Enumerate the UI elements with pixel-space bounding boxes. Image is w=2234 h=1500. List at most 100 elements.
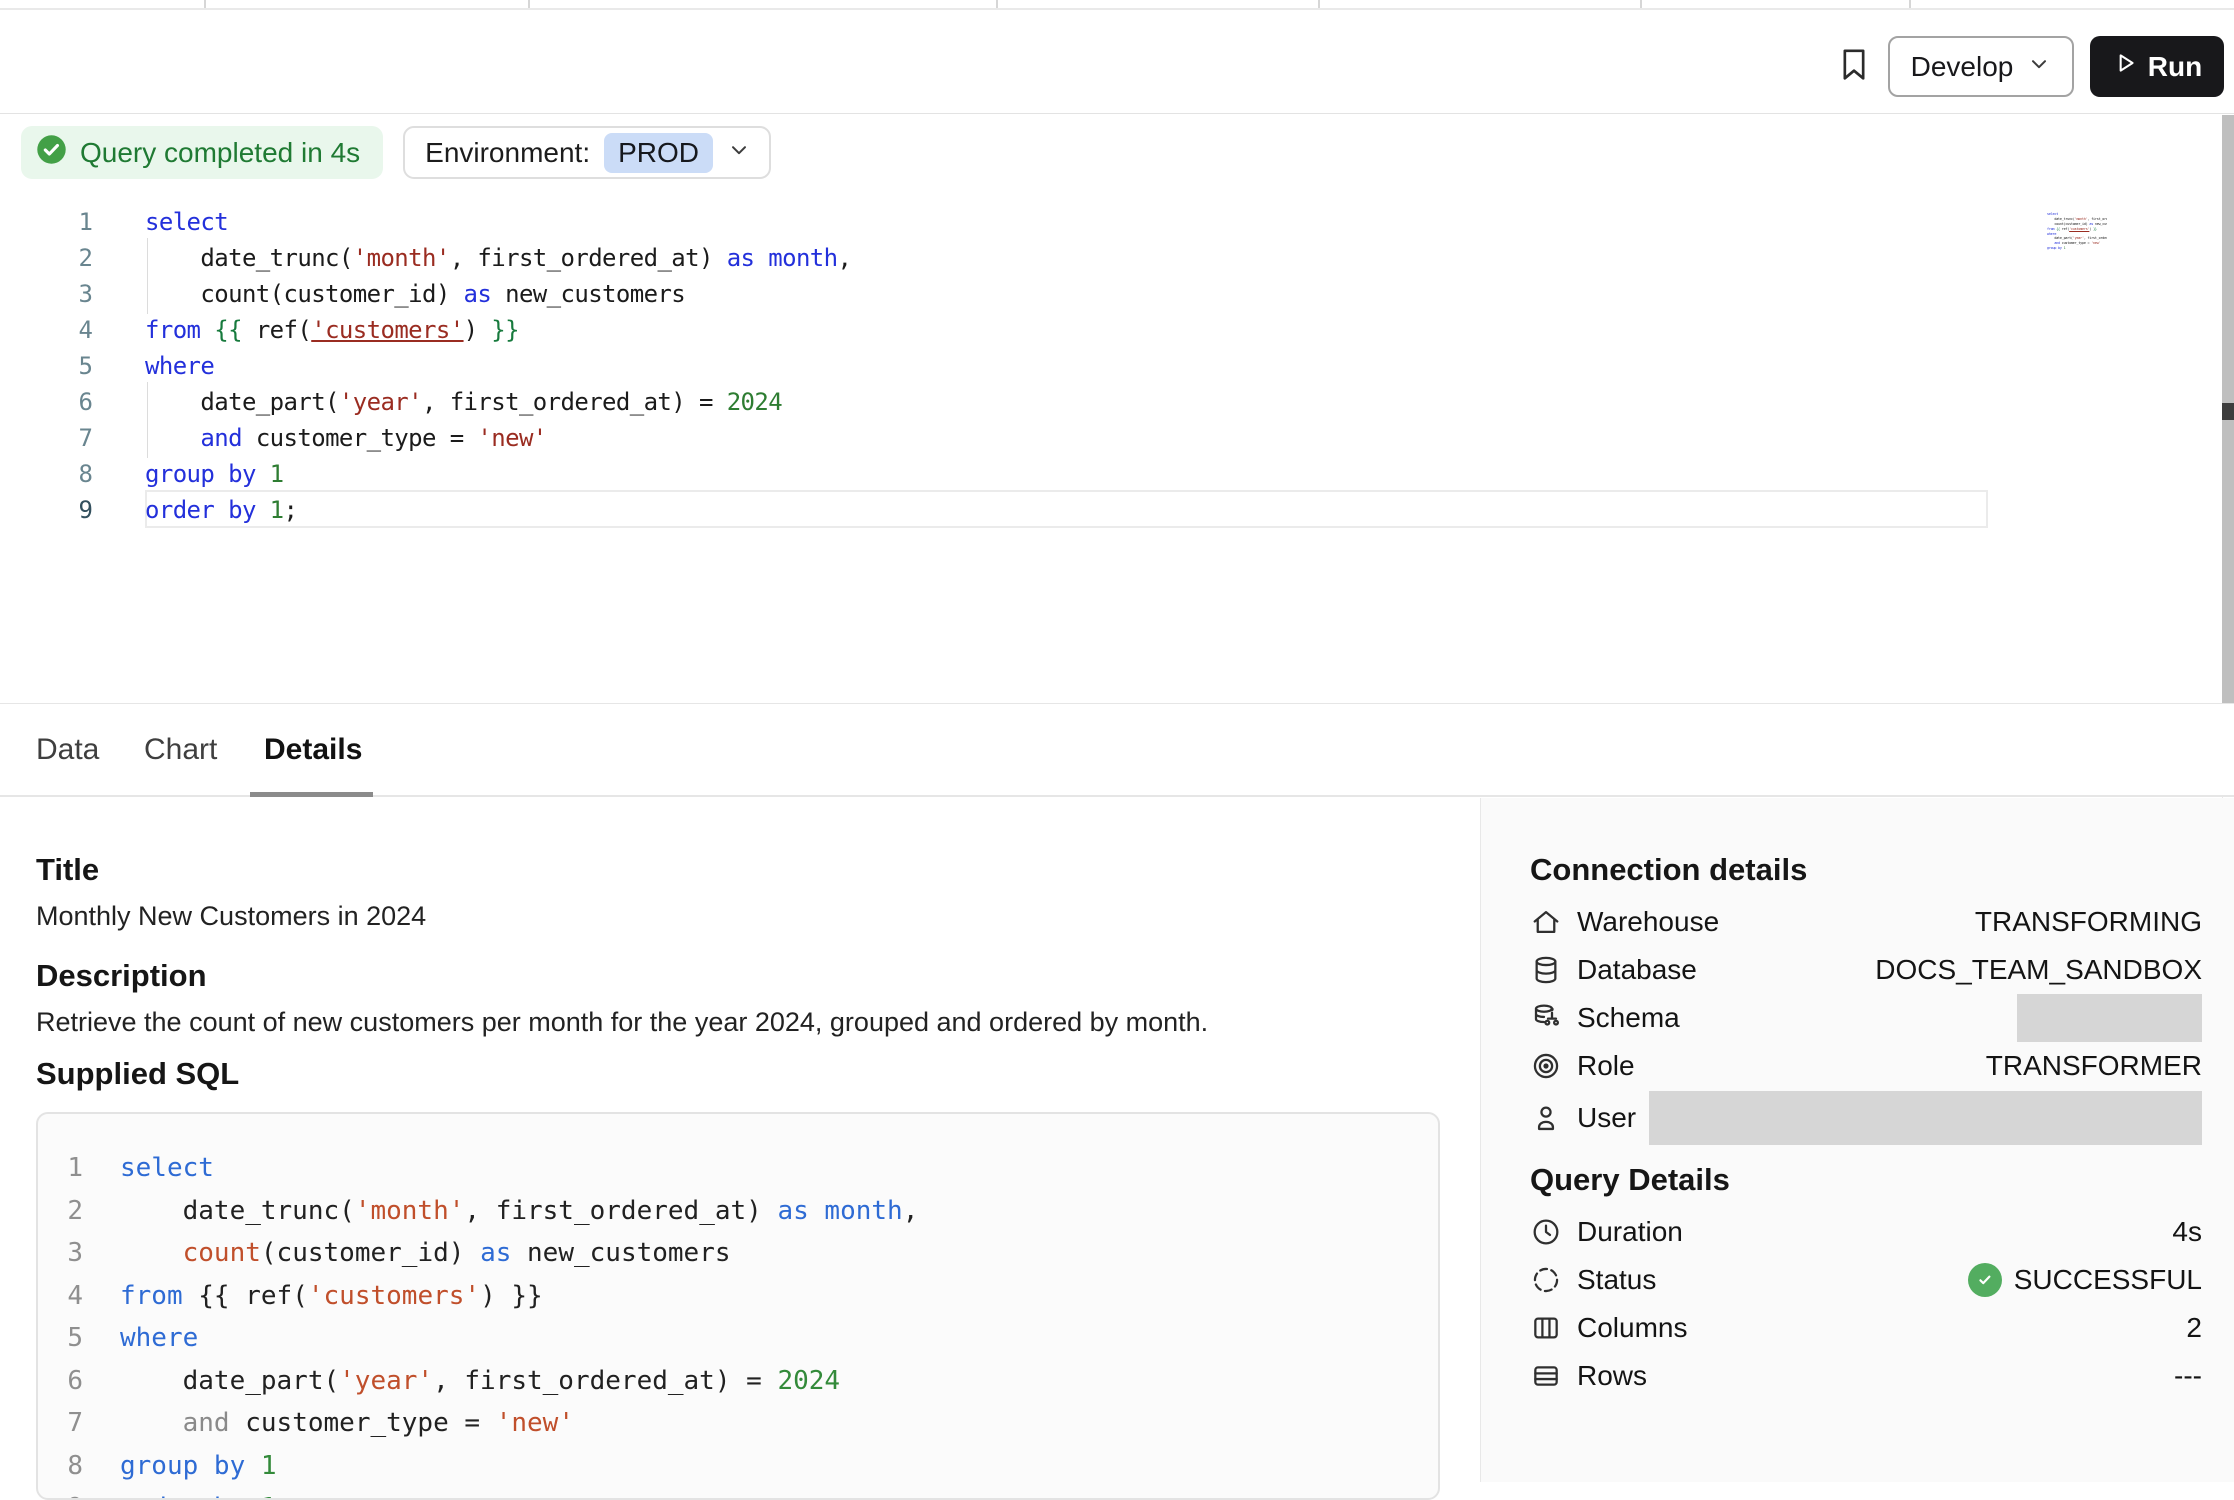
code-text: and customer_type = 'new' bbox=[2047, 241, 2100, 245]
tab-details[interactable]: Details bbox=[264, 704, 362, 796]
code-text: from {{ ref('customers') }} bbox=[2047, 227, 2097, 231]
indent-guide bbox=[147, 382, 148, 422]
code-line-7: 7 and customer_type = 'new' bbox=[38, 1402, 1438, 1445]
role-icon bbox=[1530, 1050, 1562, 1082]
row-value bbox=[2017, 994, 2202, 1042]
editor-scrollbar-track[interactable] bbox=[2222, 115, 2234, 703]
code-line-2: 2 date_trunc('month', first_ordered_at) … bbox=[38, 1190, 1438, 1233]
row-value: SUCCESSFUL bbox=[1968, 1263, 2202, 1297]
app-root: { "header": { "develop_label": "Develop"… bbox=[0, 0, 2234, 1482]
redacted-value-box bbox=[2017, 994, 2202, 1042]
line-number: 4 bbox=[0, 316, 93, 344]
code-line-5[interactable]: 5 where bbox=[0, 348, 2220, 384]
row-label: Status bbox=[1577, 1264, 1656, 1296]
code-line-1[interactable]: 1select bbox=[0, 204, 2220, 240]
description-heading: Description bbox=[36, 958, 207, 994]
code-text: date_part('year', first_ordered_at) = 20… bbox=[120, 1366, 840, 1396]
tab-data[interactable]: Data bbox=[36, 704, 99, 796]
row-value: 4s bbox=[2172, 1216, 2202, 1248]
code-text: group by 1 bbox=[120, 1451, 277, 1481]
code-text: from {{ ref('customers') }} bbox=[120, 1281, 543, 1311]
line-number: 8 bbox=[38, 1451, 83, 1481]
editor-minimap[interactable]: select date_trunc('month', first_ordered… bbox=[1995, 202, 2107, 250]
detail-row-role: Role TRANSFORMER bbox=[1530, 1042, 2202, 1090]
line-number: 9 bbox=[0, 496, 93, 524]
line-number: 9 bbox=[38, 1493, 83, 1500]
row-label: Rows bbox=[1577, 1360, 1647, 1392]
code-text: and customer_type = 'new' bbox=[120, 1408, 574, 1438]
supplied-sql-heading: Supplied SQL bbox=[36, 1056, 239, 1092]
line-number: 5 bbox=[0, 352, 93, 380]
title-heading: Title bbox=[36, 852, 99, 888]
code-line-6[interactable]: 6 date_part('year', first_ordered_at) = … bbox=[0, 384, 2220, 420]
row-label: Columns bbox=[1577, 1312, 1687, 1344]
code-line-4: 4 from {{ ref('customers') }} bbox=[38, 1275, 1438, 1318]
row-value: TRANSFORMER bbox=[1986, 1050, 2202, 1082]
line-number: 1 bbox=[38, 1153, 83, 1183]
editor-code-area[interactable]: 1select2 date_trunc('month', first_order… bbox=[0, 204, 2220, 528]
detail-row-database: Database DOCS_TEAM_SANDBOX bbox=[1530, 946, 2202, 994]
detail-row-schema: Schema bbox=[1530, 994, 2202, 1042]
schema-icon bbox=[1530, 1002, 1562, 1034]
code-text: where bbox=[120, 1323, 198, 1353]
code-line-1: 1 select bbox=[38, 1147, 1438, 1190]
code-text: group by 1 bbox=[2047, 246, 2065, 250]
editor-scrollbar-thumb[interactable] bbox=[2222, 403, 2234, 420]
tab-chart[interactable]: Chart bbox=[144, 704, 217, 796]
row-label: User bbox=[1577, 1102, 1636, 1134]
row-label: Duration bbox=[1577, 1216, 1683, 1248]
columns-icon bbox=[1530, 1312, 1562, 1344]
title-value: Monthly New Customers in 2024 bbox=[36, 901, 426, 932]
code-line-5: 5where bbox=[38, 1317, 1438, 1360]
line-number: 3 bbox=[38, 1238, 83, 1268]
code-line-2[interactable]: 2 date_trunc('month', first_ordered_at) … bbox=[0, 240, 2220, 276]
status-icon bbox=[1530, 1264, 1562, 1296]
detail-row-rows: Rows --- bbox=[1530, 1352, 2202, 1400]
row-value: --- bbox=[2174, 1360, 2202, 1392]
detail-row-user: User bbox=[1530, 1090, 2202, 1146]
query-details-heading: Query Details bbox=[1530, 1162, 1730, 1198]
database-icon bbox=[1530, 954, 1562, 986]
row-value: DOCS_TEAM_SANDBOX bbox=[1875, 954, 2202, 986]
line-number: 3 bbox=[0, 280, 93, 308]
rows-icon bbox=[1530, 1360, 1562, 1392]
code-text: where bbox=[145, 352, 214, 380]
duration-icon bbox=[1530, 1216, 1562, 1248]
code-text: date_part('year', first_ordered_at) = 20… bbox=[2047, 236, 2107, 240]
code-line-8[interactable]: 8 group by 1 bbox=[0, 456, 2220, 492]
line-number: 8 bbox=[0, 460, 93, 488]
row-value: 2 bbox=[2186, 1312, 2202, 1344]
line-number: 7 bbox=[38, 1408, 83, 1438]
code-text: date_trunc('month', first_ordered_at) as… bbox=[145, 244, 851, 272]
connection-details-heading: Connection details bbox=[1530, 852, 1807, 888]
indent-guide bbox=[147, 274, 148, 314]
indent-guide bbox=[147, 238, 148, 278]
code-text: date_trunc('month', first_ordered_at) as… bbox=[120, 1196, 918, 1226]
code-line-9[interactable]: 9order by 1; bbox=[0, 492, 2220, 528]
code-text: count(customer_id) as new_customers bbox=[145, 280, 685, 308]
code-line-3[interactable]: 3 count(customer_id) as new_customers bbox=[0, 276, 2220, 312]
warehouse-icon bbox=[1530, 906, 1562, 938]
code-text: select bbox=[145, 208, 228, 236]
row-label: Database bbox=[1577, 954, 1697, 986]
code-text: group by 1 bbox=[145, 460, 284, 488]
code-line-6: 6 date_part('year', first_ordered_at) = … bbox=[38, 1360, 1438, 1403]
code-text: and customer_type = 'new' bbox=[145, 424, 547, 452]
code-text: order by 1; bbox=[120, 1493, 292, 1500]
indent-guide bbox=[147, 418, 148, 458]
user-icon bbox=[1530, 1102, 1562, 1134]
code-text: select bbox=[120, 1153, 214, 1183]
line-number: 7 bbox=[0, 424, 93, 452]
line-number: 6 bbox=[0, 388, 93, 416]
code-line-4[interactable]: 4from {{ ref('customers') }} bbox=[0, 312, 2220, 348]
row-label: Warehouse bbox=[1577, 906, 1719, 938]
detail-row-columns: Columns 2 bbox=[1530, 1304, 2202, 1352]
code-line-9: 9 order by 1; bbox=[38, 1487, 1438, 1500]
line-number: 4 bbox=[38, 1281, 83, 1311]
row-label: Role bbox=[1577, 1050, 1635, 1082]
code-text: date_part('year', first_ordered_at) = 20… bbox=[145, 388, 782, 416]
code-line-7[interactable]: 7 and customer_type = 'new' bbox=[0, 420, 2220, 456]
code-text: where bbox=[2047, 232, 2056, 236]
code-text: count(customer_id) as new_customers bbox=[2047, 222, 2107, 226]
code-text: count(customer_id) as new_customers bbox=[120, 1238, 731, 1268]
